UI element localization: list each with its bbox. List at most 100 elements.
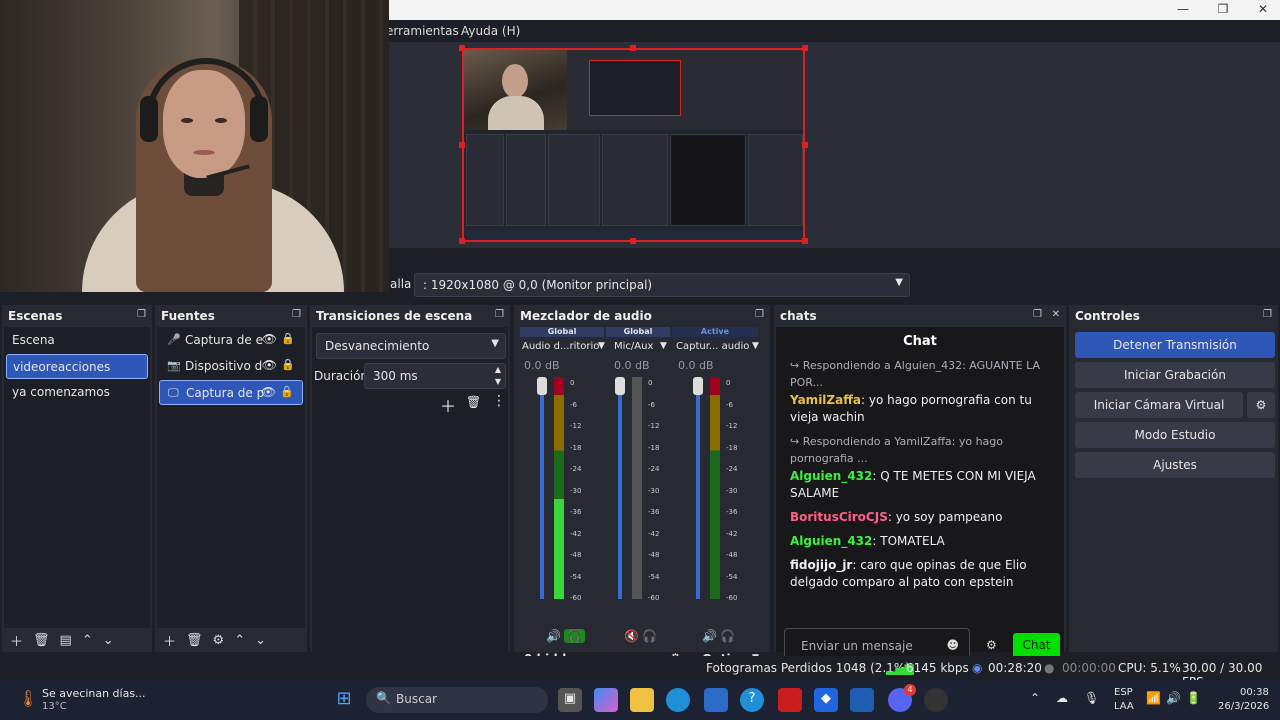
stop-stream-button[interactable]: Detener Transmisión: [1075, 332, 1275, 358]
volume-fader[interactable]: [615, 377, 625, 599]
volume-fader[interactable]: [537, 377, 547, 599]
source-item[interactable]: 🎤 Captura de ent 👁 🔒: [159, 328, 303, 353]
chat-username[interactable]: BoritusCiroCJS: [790, 510, 888, 524]
taskbar-search[interactable]: 🔍 Buscar: [366, 687, 548, 713]
scene-item-selected[interactable]: videoreacciones: [6, 354, 148, 379]
lock-icon[interactable]: 🔒: [281, 358, 295, 371]
scene-item[interactable]: Escena: [6, 328, 148, 353]
store-icon[interactable]: [704, 688, 728, 712]
lock-icon[interactable]: 🔒: [281, 332, 295, 345]
eye-icon[interactable]: 👁: [262, 332, 277, 346]
headphones-icon[interactable]: 🎧: [642, 629, 657, 643]
close-icon[interactable]: ✕: [1052, 309, 1060, 320]
chevron-up-icon[interactable]: ⌃: [1030, 691, 1040, 705]
undock-icon[interactable]: ❐: [1033, 309, 1042, 320]
close-button[interactable]: ✕: [1254, 2, 1272, 16]
transition-select[interactable]: Desvanecimiento ▼: [316, 333, 506, 359]
add-icon[interactable]: ＋: [440, 393, 456, 417]
duration-spinbox[interactable]: 300 ms ▲ ▼: [364, 363, 506, 389]
clock-time[interactable]: 00:38: [1240, 687, 1269, 698]
eye-icon[interactable]: 👁: [261, 385, 276, 399]
language-indicator[interactable]: ESP: [1114, 687, 1133, 698]
fader-knob[interactable]: [537, 377, 547, 395]
filter-icon[interactable]: ▤: [60, 633, 72, 648]
maximize-button[interactable]: ❐: [1214, 2, 1232, 16]
cloud-icon[interactable]: ☁: [1056, 691, 1068, 705]
resize-handle[interactable]: [459, 142, 465, 148]
speaker-icon[interactable]: 🔊: [546, 629, 561, 643]
move-up-icon[interactable]: ⌃: [82, 633, 93, 648]
volume-icon[interactable]: 🔊: [1166, 691, 1181, 705]
layout-indicator[interactable]: LAA: [1114, 701, 1134, 712]
dropbox-icon[interactable]: ◆: [814, 688, 838, 712]
menu-tools[interactable]: erramientas: [386, 24, 459, 38]
battery-icon[interactable]: 🔋: [1186, 691, 1201, 705]
trash-icon[interactable]: 🗑: [186, 633, 203, 648]
file-explorer-icon[interactable]: [630, 688, 654, 712]
fader-knob[interactable]: [615, 377, 625, 395]
chevron-down-icon[interactable]: ▼: [752, 341, 759, 351]
source-item[interactable]: 📷 Dispositivo de 👁 🔒: [159, 354, 303, 379]
display-select[interactable]: : 1920x1080 @ 0,0 (Monitor principal) ▼: [414, 273, 910, 297]
trash-icon[interactable]: 🗑: [33, 633, 50, 648]
add-icon[interactable]: ＋: [10, 631, 23, 650]
preview-source-frame[interactable]: [462, 48, 805, 242]
studio-mode-button[interactable]: Modo Estudio: [1075, 422, 1275, 448]
edge-icon[interactable]: [666, 688, 690, 712]
resize-handle[interactable]: [802, 45, 808, 51]
scene-item[interactable]: ya comenzamos: [6, 380, 148, 405]
undock-icon[interactable]: ❐: [137, 309, 146, 320]
undock-icon[interactable]: ❐: [1263, 309, 1272, 320]
resize-handle[interactable]: [630, 238, 636, 244]
mic-icon[interactable]: 🎙: [1084, 691, 1099, 705]
weather-title[interactable]: Se avecinan días...: [42, 687, 146, 700]
chat-username[interactable]: fidojijo_jr: [790, 558, 852, 572]
gear-icon[interactable]: ⚙: [986, 638, 997, 652]
virtual-camera-settings-button[interactable]: ⚙: [1247, 392, 1275, 418]
settings-button[interactable]: Ajustes: [1075, 452, 1275, 478]
move-down-icon[interactable]: ⌄: [255, 633, 266, 648]
spin-arrows-icon[interactable]: ▲ ▼: [495, 364, 501, 388]
task-view-icon[interactable]: ▣: [558, 688, 582, 712]
resize-handle[interactable]: [802, 142, 808, 148]
chat-username[interactable]: Alguien_432: [790, 469, 872, 483]
chevron-down-icon[interactable]: ▼: [660, 341, 667, 351]
lock-icon[interactable]: 🔒: [280, 385, 294, 398]
minimize-button[interactable]: —: [1174, 2, 1192, 16]
resize-handle[interactable]: [630, 45, 636, 51]
source-item-selected[interactable]: 🖵 Captura de par 👁 🔒: [159, 380, 303, 405]
discord-icon[interactable]: 4: [888, 684, 916, 712]
resize-handle[interactable]: [459, 45, 465, 51]
start-recording-button[interactable]: Iniciar Grabación: [1075, 362, 1275, 388]
clock-date[interactable]: 26/3/2026: [1218, 701, 1269, 712]
more-icon[interactable]: ⋮: [492, 393, 506, 409]
windows-start-icon[interactable]: ⊞: [332, 688, 356, 712]
undock-icon[interactable]: ❐: [292, 309, 301, 320]
chat-username[interactable]: YamilZaffa: [790, 393, 861, 407]
help-icon[interactable]: ?: [740, 688, 764, 712]
gear-icon[interactable]: ⚙: [213, 633, 225, 648]
speaker-icon[interactable]: 🔊: [702, 629, 717, 643]
mcafee-icon[interactable]: [778, 688, 802, 712]
move-up-icon[interactable]: ⌃: [234, 633, 245, 648]
virtual-camera-button[interactable]: Iniciar Cámara Virtual: [1075, 392, 1243, 418]
headphones-icon[interactable]: 🎧: [720, 629, 735, 643]
muted-speaker-icon[interactable]: 🔇: [624, 629, 639, 643]
emoji-icon[interactable]: ☻: [946, 638, 959, 652]
chat-username[interactable]: Alguien_432: [790, 534, 872, 548]
resize-handle[interactable]: [802, 238, 808, 244]
add-icon[interactable]: ＋: [163, 631, 176, 650]
chat-username[interactable]: fidojijo_jr: [790, 599, 852, 600]
obs-icon[interactable]: [924, 688, 948, 712]
chevron-down-icon[interactable]: ▼: [598, 341, 605, 351]
resize-handle[interactable]: [459, 238, 465, 244]
undock-icon[interactable]: ❐: [755, 309, 764, 320]
headphones-icon[interactable]: 🎧: [564, 629, 585, 643]
trash-icon[interactable]: 🗑: [466, 395, 481, 409]
copilot-icon[interactable]: [594, 688, 618, 712]
eye-icon[interactable]: 👁: [262, 358, 277, 372]
outlook-icon[interactable]: [850, 688, 874, 712]
fader-knob[interactable]: [693, 377, 703, 395]
menu-help[interactable]: Ayuda (H): [461, 24, 520, 38]
volume-fader[interactable]: [693, 377, 703, 599]
